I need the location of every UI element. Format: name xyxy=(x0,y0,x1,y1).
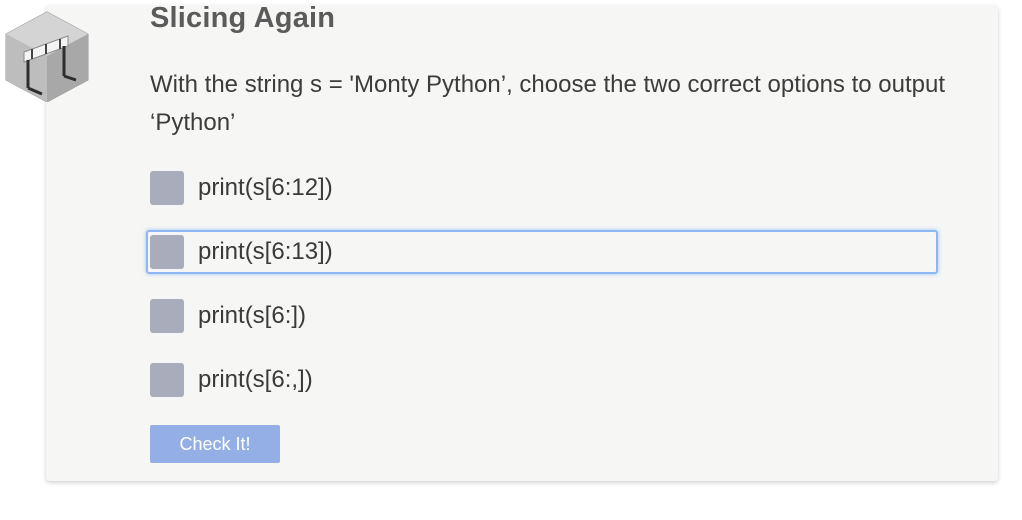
option-4-checkbox[interactable] xyxy=(150,363,184,397)
check-it-button[interactable]: Check It! xyxy=(150,425,280,463)
option-2[interactable]: print(s[6:13]) xyxy=(146,230,938,274)
option-3-checkbox[interactable] xyxy=(150,299,184,333)
question-text: With the string s = 'Monty Python’, choo… xyxy=(150,71,945,136)
option-4-label: print(s[6:,]) xyxy=(198,366,313,393)
option-3[interactable]: print(s[6:]) xyxy=(146,294,938,338)
option-1[interactable]: print(s[6:12]) xyxy=(146,166,938,210)
option-2-label: print(s[6:13]) xyxy=(198,238,333,265)
hurdle-cube-icon xyxy=(5,11,89,102)
option-4[interactable]: print(s[6:,]) xyxy=(146,358,938,402)
quiz-title: Slicing Again xyxy=(150,2,336,34)
option-2-checkbox[interactable] xyxy=(150,235,184,269)
option-1-checkbox[interactable] xyxy=(150,171,184,205)
option-1-label: print(s[6:12]) xyxy=(198,174,333,201)
option-3-label: print(s[6:]) xyxy=(198,302,307,329)
